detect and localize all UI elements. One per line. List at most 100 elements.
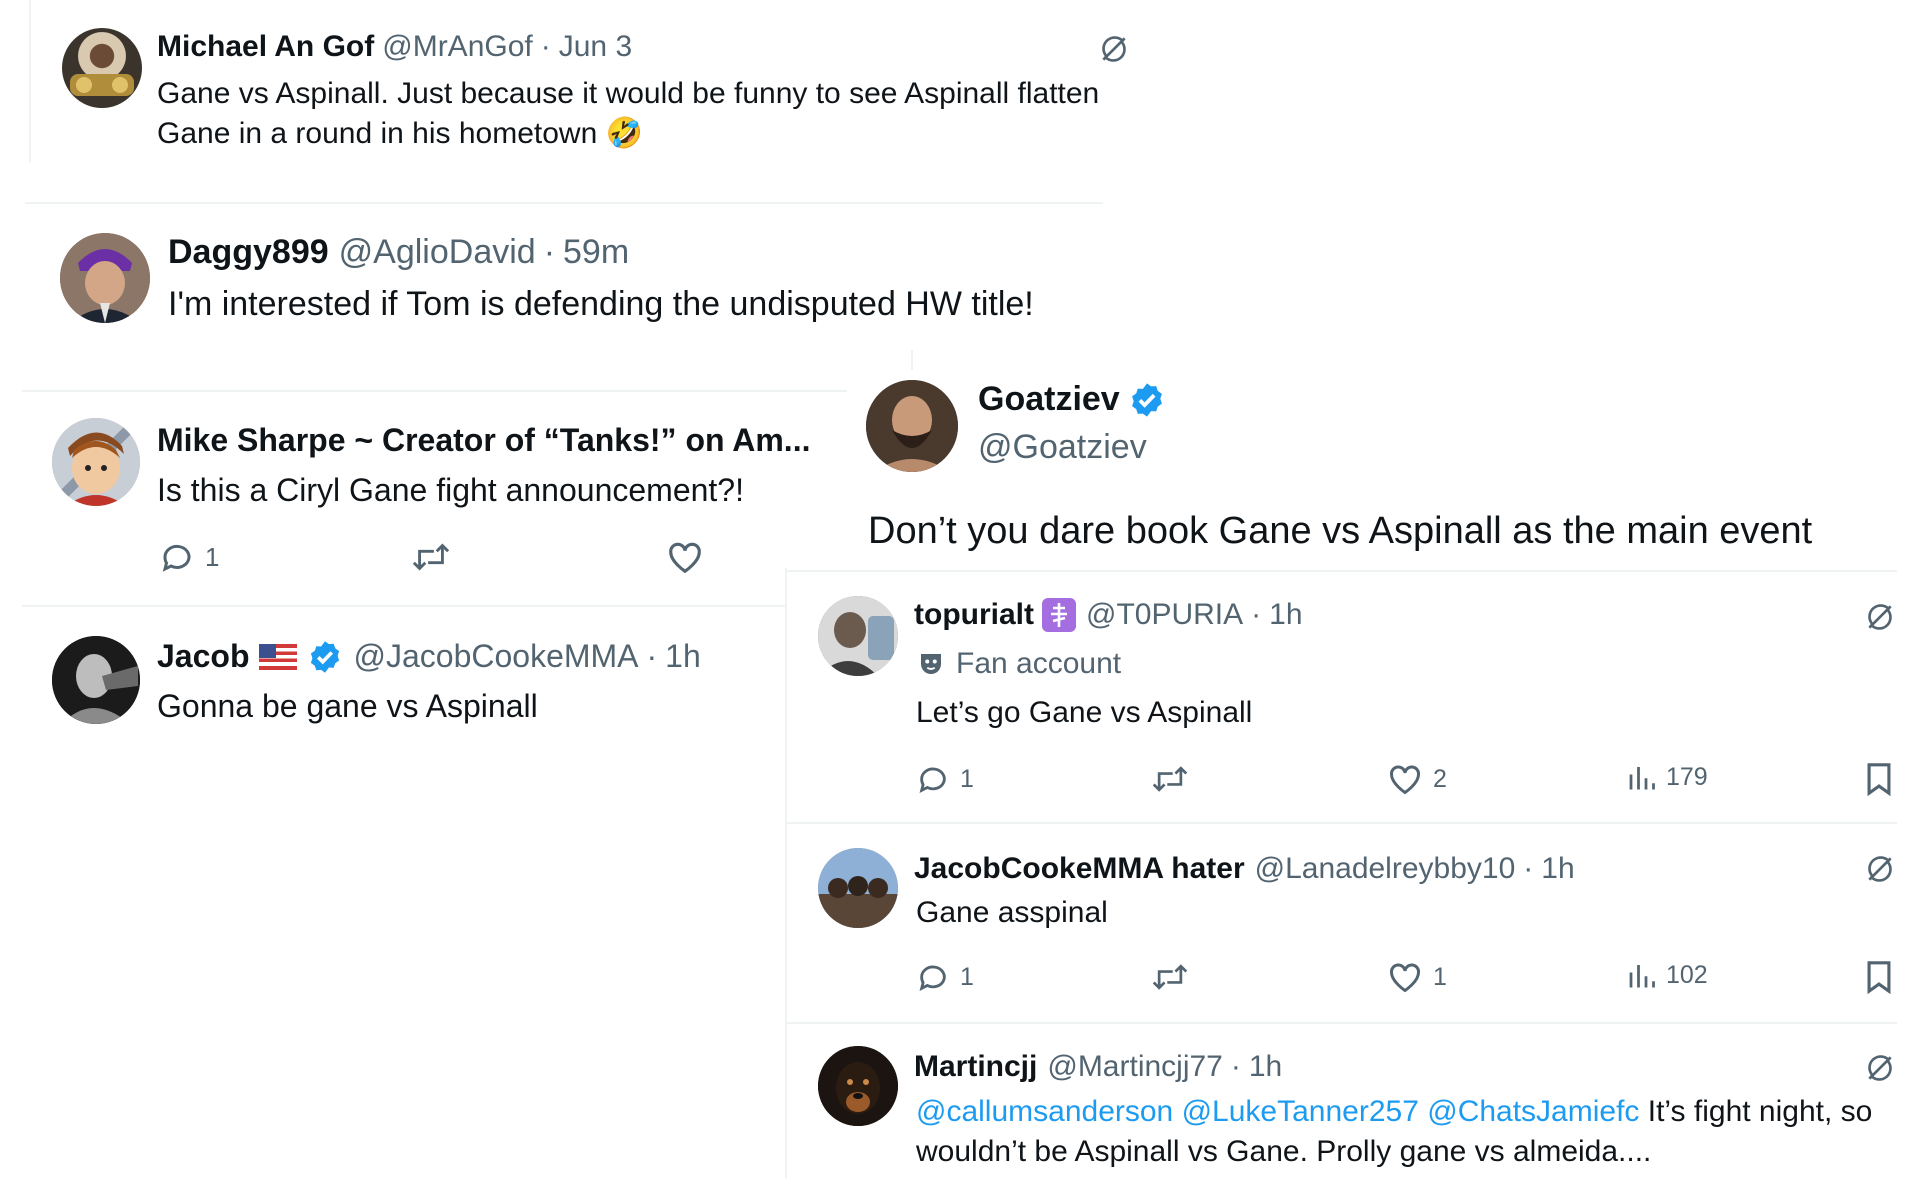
bookmark-button[interactable] — [1864, 960, 1894, 994]
mention-link[interactable]: @callumsanderson — [916, 1095, 1173, 1128]
post-text: Gane asspinal — [916, 896, 1108, 929]
avatar[interactable] — [52, 636, 140, 724]
separator: · — [646, 638, 658, 674]
reply-icon — [916, 762, 950, 796]
reply-count: 1 — [205, 541, 220, 572]
reply-icon — [159, 539, 195, 575]
timestamp[interactable]: 1h — [1249, 1050, 1282, 1084]
post-text: I'm interested if Tom is defending the u… — [168, 285, 1034, 323]
collage-canvas: Michael An Gof @MrAnGof · Jun 3 Gane vs … — [0, 0, 1920, 1200]
post-text-line: Gane in a round in his hometown 🤣 — [157, 114, 1099, 154]
author-handle[interactable]: @MrAnGof — [382, 30, 532, 64]
author-handle[interactable]: @JacobCookeMMA — [353, 638, 638, 675]
post-text: Let’s go Gane vs Aspinall — [916, 696, 1253, 729]
cross-emoji-icon — [1042, 598, 1076, 632]
divider — [25, 202, 1103, 204]
avatar[interactable] — [818, 596, 898, 676]
divider — [22, 390, 847, 392]
grok-icon[interactable] — [1864, 601, 1896, 633]
reply-button[interactable]: 1 — [159, 539, 219, 575]
reply-button[interactable]: 1 — [916, 762, 974, 796]
author-name[interactable]: topurialt — [914, 598, 1034, 632]
timestamp[interactable]: Jun 3 — [559, 30, 632, 64]
fan-account-label: Fan account — [956, 647, 1122, 680]
like-button[interactable] — [666, 539, 704, 575]
post-text-part: It’s fight night, so — [1647, 1095, 1873, 1128]
author-name[interactable]: Michael An Gof — [157, 30, 374, 64]
post-text-line: wouldn’t be Aspinall vs Gane. Prolly gan… — [916, 1135, 1652, 1168]
divider — [785, 568, 787, 1178]
views-icon — [1626, 762, 1656, 792]
separator: · — [1523, 852, 1534, 885]
avatar[interactable] — [60, 233, 150, 323]
avatar[interactable] — [866, 380, 958, 472]
post-text-line: @callumsanderson @LukeTanner257 @ChatsJa… — [916, 1092, 1872, 1132]
us-flag-icon — [259, 643, 298, 670]
avatar[interactable] — [52, 418, 140, 506]
repost-icon — [1151, 960, 1189, 994]
bookmark-icon — [1864, 960, 1894, 994]
heart-icon — [1387, 762, 1423, 796]
post-text-line: Gane vs Aspinall. Just because it would … — [157, 77, 1100, 110]
repost-button[interactable] — [1151, 960, 1189, 994]
post-text: Gonna be gane vs Aspinall — [157, 688, 538, 724]
divider — [787, 822, 1897, 824]
repost-button[interactable] — [1151, 762, 1189, 796]
post-text: @callumsanderson @LukeTanner257 @ChatsJa… — [916, 1092, 1872, 1172]
post-text: Is this a Ciryl Gane fight announcement?… — [157, 472, 744, 508]
grok-icon[interactable] — [1864, 853, 1896, 885]
timestamp[interactable]: 1h — [1541, 852, 1574, 886]
verified-badge-icon — [1128, 381, 1166, 419]
avatar[interactable] — [818, 848, 898, 928]
author-handle[interactable]: @T0PURIA — [1086, 598, 1243, 632]
timestamp[interactable]: 1h — [665, 638, 701, 675]
post-text: Don’t you dare book Gane vs Aspinall as … — [868, 510, 1813, 552]
mention-link[interactable]: @ChatsJamiefc — [1427, 1095, 1639, 1128]
author-handle[interactable]: @Martincjj77 — [1047, 1050, 1223, 1084]
like-button[interactable]: 2 — [1387, 762, 1447, 796]
timestamp[interactable]: 1h — [1269, 598, 1302, 632]
reply-count: 1 — [960, 962, 974, 991]
verified-badge-icon — [307, 639, 343, 675]
author-name[interactable]: JacobCookeMMA hater — [914, 852, 1245, 886]
post-text: Gane vs Aspinall. Just because it would … — [157, 74, 1099, 154]
author-name[interactable]: Daggy899 — [168, 233, 329, 272]
avatar[interactable] — [818, 1046, 898, 1126]
separator: · — [540, 30, 551, 63]
bookmark-button[interactable] — [1864, 762, 1894, 796]
author-handle[interactable]: @Goatziev — [978, 428, 1147, 467]
author-name[interactable]: Goatziev — [978, 380, 1120, 419]
divider — [22, 605, 785, 607]
heart-icon — [666, 539, 704, 575]
views-icon — [1626, 960, 1656, 990]
views-button[interactable]: 102 — [1626, 960, 1708, 990]
views-button[interactable]: 179 — [1626, 762, 1708, 792]
repost-icon — [411, 539, 451, 575]
reply-count: 1 — [960, 764, 974, 793]
author-handle[interactable]: @Lanadelreybby10 — [1255, 852, 1516, 886]
separator: · — [543, 233, 556, 271]
timestamp[interactable]: 59m — [563, 233, 629, 272]
mask-icon — [916, 649, 946, 679]
grok-icon[interactable] — [1864, 1052, 1896, 1084]
divider — [787, 570, 1897, 572]
mention-link[interactable]: @LukeTanner257 — [1182, 1095, 1419, 1128]
like-button[interactable]: 1 — [1387, 960, 1447, 994]
repost-button[interactable] — [411, 539, 451, 575]
avatar[interactable] — [62, 28, 142, 108]
author-name[interactable]: Martincjj — [914, 1050, 1037, 1084]
author-name[interactable]: Mike Sharpe ~ Creator of “Tanks!” on Am.… — [157, 422, 810, 459]
author-handle[interactable]: @AglioDavid — [339, 233, 536, 272]
views-count: 102 — [1666, 960, 1708, 989]
reply-icon — [916, 960, 950, 994]
thread-line — [911, 350, 913, 370]
rofl-emoji: 🤣 — [605, 117, 643, 150]
author-name[interactable]: Jacob — [157, 638, 249, 675]
like-count: 1 — [1433, 962, 1447, 991]
reply-button[interactable]: 1 — [916, 960, 974, 994]
like-count: 2 — [1433, 764, 1447, 793]
divider — [787, 1022, 1897, 1024]
repost-icon — [1151, 762, 1189, 796]
grok-icon[interactable] — [1098, 33, 1130, 65]
separator: · — [1230, 1050, 1241, 1083]
